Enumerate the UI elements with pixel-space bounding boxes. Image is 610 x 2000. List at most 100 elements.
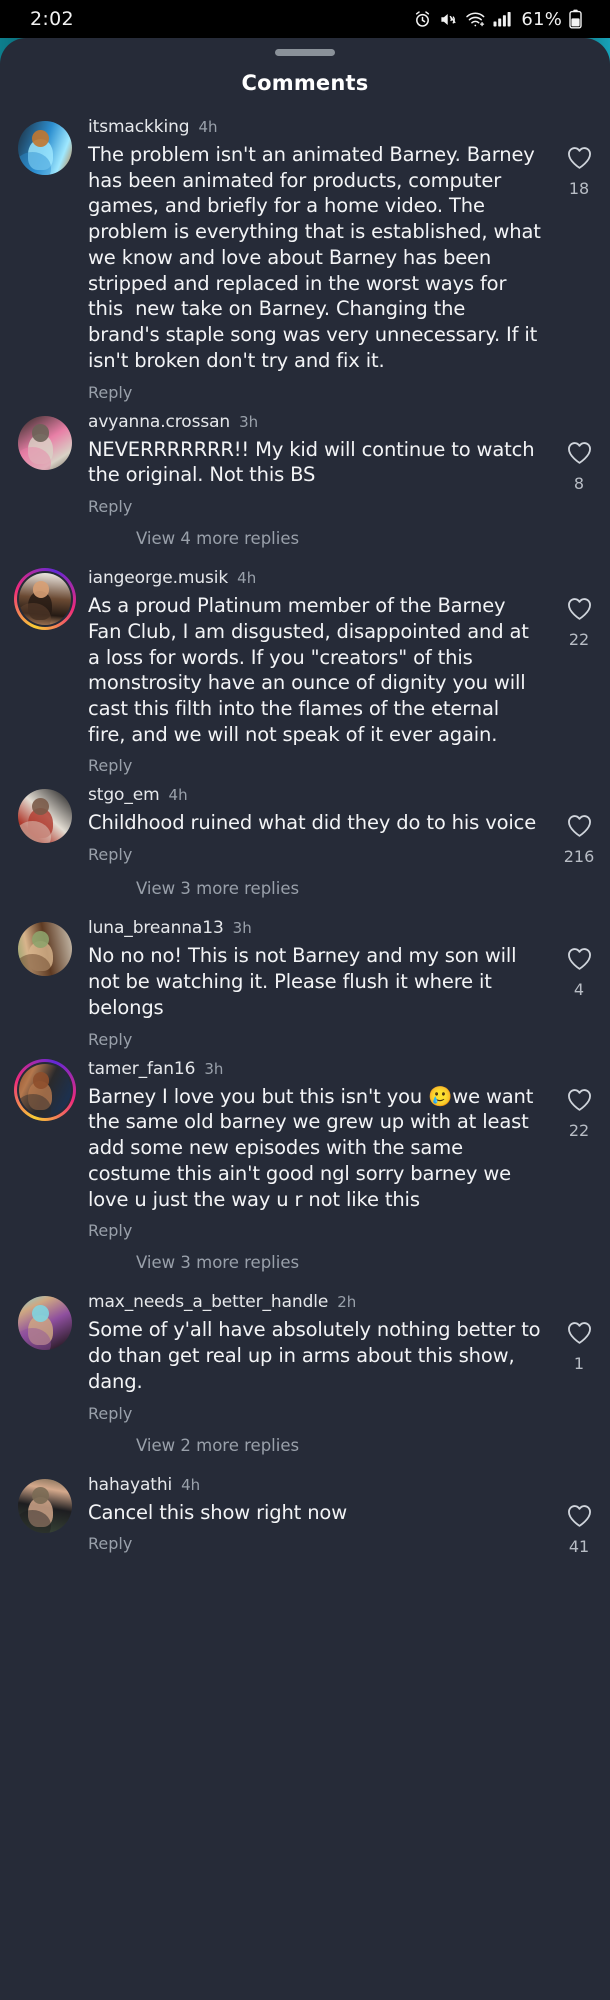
comment-item[interactable]: itsmackking 4h The problem isn't an animat… bbox=[0, 113, 610, 402]
avatar-image bbox=[18, 789, 72, 844]
comment-username[interactable]: hahayathi bbox=[88, 1475, 172, 1495]
comment-timestamp: 4h bbox=[198, 118, 218, 136]
comment-timestamp: 3h bbox=[232, 919, 252, 938]
like-count: 216 bbox=[563, 847, 595, 867]
comment-meta: max_needs_a_better_handle 2h bbox=[88, 1288, 542, 1312]
wifi-icon bbox=[465, 10, 486, 29]
like-count: 18 bbox=[568, 179, 590, 198]
avatar-image bbox=[19, 573, 71, 626]
like-column: 8 bbox=[548, 408, 610, 493]
reply-button[interactable]: Reply bbox=[88, 497, 132, 516]
comment-meta: avyanna.crossan 3h bbox=[88, 408, 542, 432]
battery-icon bbox=[569, 9, 582, 29]
heart-icon[interactable] bbox=[566, 946, 593, 971]
heart-icon[interactable] bbox=[566, 1320, 593, 1345]
comment-body: tamer_fan16 3h Barney I love you but this … bbox=[72, 1055, 548, 1241]
comment-item[interactable]: tamer_fan16 3h Barney I love you but this … bbox=[0, 1055, 610, 1241]
comment-body: max_needs_a_better_handle 2h Some of y'all… bbox=[72, 1288, 548, 1422]
like-count: 22 bbox=[568, 1120, 590, 1140]
avatar[interactable] bbox=[18, 922, 72, 977]
status-time: 2:02 bbox=[30, 8, 74, 30]
comment-text: Cancel this show right now bbox=[88, 1500, 347, 1524]
page-title: Comments bbox=[241, 71, 369, 95]
heart-icon[interactable] bbox=[566, 145, 593, 170]
heart-icon[interactable] bbox=[566, 813, 593, 838]
comment-item[interactable]: max_needs_a_better_handle 2h Some of y'all… bbox=[0, 1288, 610, 1423]
like-column: 22 bbox=[548, 564, 610, 649]
comment-body: luna_breanna13 3h No no no! This is not Ba… bbox=[72, 914, 548, 1048]
reply-button[interactable]: Reply bbox=[88, 756, 132, 775]
comment-text: Childhood ruined what did they do to his… bbox=[88, 811, 537, 835]
like-column: 22 bbox=[548, 1055, 610, 1140]
avatar[interactable] bbox=[14, 568, 76, 631]
heart-icon[interactable] bbox=[566, 1503, 593, 1528]
cellular-signal-icon bbox=[493, 10, 513, 28]
heart-icon[interactable] bbox=[566, 596, 593, 621]
comment-timestamp: 2h bbox=[337, 1293, 357, 1312]
view-more-replies-button[interactable]: View 3 more replies bbox=[0, 879, 610, 898]
phone-screen: 2:02 61% Comments itsmackking 4h The pro… bbox=[0, 0, 610, 2000]
reply-button[interactable]: Reply bbox=[88, 845, 132, 864]
comment-timestamp: 4h bbox=[168, 786, 188, 805]
comment-text: As a proud Platinum member of the Barney… bbox=[88, 594, 535, 746]
comments-sheet: Comments itsmackking 4h The problem isn't … bbox=[0, 38, 610, 2000]
comment-item[interactable]: luna_breanna13 3h No no no! This is not Ba… bbox=[0, 914, 610, 1049]
avatar-image bbox=[18, 121, 72, 175]
comment-username[interactable]: luna_breanna13 bbox=[88, 918, 224, 938]
like-count: 4 bbox=[573, 980, 585, 1000]
comment-meta: hahayathi 4h bbox=[88, 1471, 542, 1495]
comment-username[interactable]: iangeorge.musik bbox=[88, 568, 228, 588]
comment-body: stgo_em 4h Childhood ruined what did they … bbox=[72, 781, 548, 864]
comment-item[interactable]: avyanna.crossan 3h NEVERRRRRRR!! My kid wi… bbox=[0, 408, 610, 516]
reply-button[interactable]: Reply bbox=[88, 1534, 132, 1553]
avatar[interactable] bbox=[18, 415, 72, 470]
comment-text: NEVERRRRRRR!! My kid will continue to wa… bbox=[88, 437, 541, 487]
comment-username[interactable]: tamer_fan16 bbox=[88, 1059, 195, 1079]
like-column: 41 bbox=[548, 1471, 610, 1556]
comment-timestamp: 4h bbox=[237, 569, 257, 588]
avatar-image bbox=[18, 922, 72, 977]
reply-button[interactable]: Reply bbox=[88, 1404, 132, 1423]
alarm-icon bbox=[413, 10, 432, 29]
comment-text: The problem isn't an animated Barney. Ba… bbox=[88, 143, 547, 372]
heart-icon[interactable] bbox=[566, 1087, 593, 1112]
comment-item[interactable]: stgo_em 4h Childhood ruined what did they … bbox=[0, 781, 610, 866]
like-count: 8 bbox=[573, 473, 585, 493]
comment-meta: stgo_em 4h bbox=[88, 781, 542, 805]
avatar[interactable] bbox=[18, 1296, 72, 1351]
heart-icon[interactable] bbox=[566, 440, 593, 465]
like-column: 18 bbox=[548, 113, 610, 198]
avatar[interactable] bbox=[18, 789, 72, 844]
reply-button[interactable]: Reply bbox=[88, 1030, 132, 1049]
reply-button[interactable]: Reply bbox=[88, 383, 132, 402]
sheet-drag-handle[interactable] bbox=[275, 49, 335, 56]
like-count: 41 bbox=[568, 1536, 590, 1556]
comment-username[interactable]: itsmackking bbox=[88, 117, 190, 137]
comment-username[interactable]: max_needs_a_better_handle bbox=[88, 1292, 328, 1312]
comment-item[interactable]: hahayathi 4h Cancel this show right now Rep… bbox=[0, 1471, 610, 1556]
comment-meta: iangeorge.musik 4h bbox=[88, 564, 542, 588]
comment-text: No no no! This is not Barney and my son … bbox=[88, 944, 523, 1019]
avatar-image bbox=[18, 415, 72, 470]
comment-body: avyanna.crossan 3h NEVERRRRRRR!! My kid wi… bbox=[72, 408, 548, 516]
view-more-replies-button[interactable]: View 3 more replies bbox=[0, 1253, 610, 1272]
comment-meta: itsmackking 4h bbox=[88, 113, 542, 137]
comment-body: iangeorge.musik 4h As a proud Platinum mem… bbox=[72, 564, 548, 775]
comment-timestamp: 4h bbox=[181, 1475, 201, 1494]
comment-timestamp: 3h bbox=[239, 412, 259, 431]
story-ring bbox=[14, 1058, 76, 1121]
view-more-replies-button[interactable]: View 4 more replies bbox=[0, 529, 610, 548]
view-more-replies-button[interactable]: View 2 more replies bbox=[0, 1436, 610, 1455]
status-icons: 61% bbox=[413, 9, 582, 30]
avatar[interactable] bbox=[14, 1058, 76, 1121]
avatar[interactable] bbox=[18, 121, 72, 175]
comment-username[interactable]: stgo_em bbox=[88, 785, 160, 805]
avatar[interactable] bbox=[18, 1478, 72, 1533]
reply-button[interactable]: Reply bbox=[88, 1221, 132, 1240]
comment-item[interactable]: iangeorge.musik 4h As a proud Platinum mem… bbox=[0, 564, 610, 775]
comment-timestamp: 3h bbox=[204, 1059, 224, 1078]
avatar-image bbox=[18, 1296, 72, 1351]
comment-username[interactable]: avyanna.crossan bbox=[88, 412, 230, 432]
avatar-image bbox=[18, 1478, 72, 1533]
status-bar: 2:02 61% bbox=[0, 0, 610, 38]
